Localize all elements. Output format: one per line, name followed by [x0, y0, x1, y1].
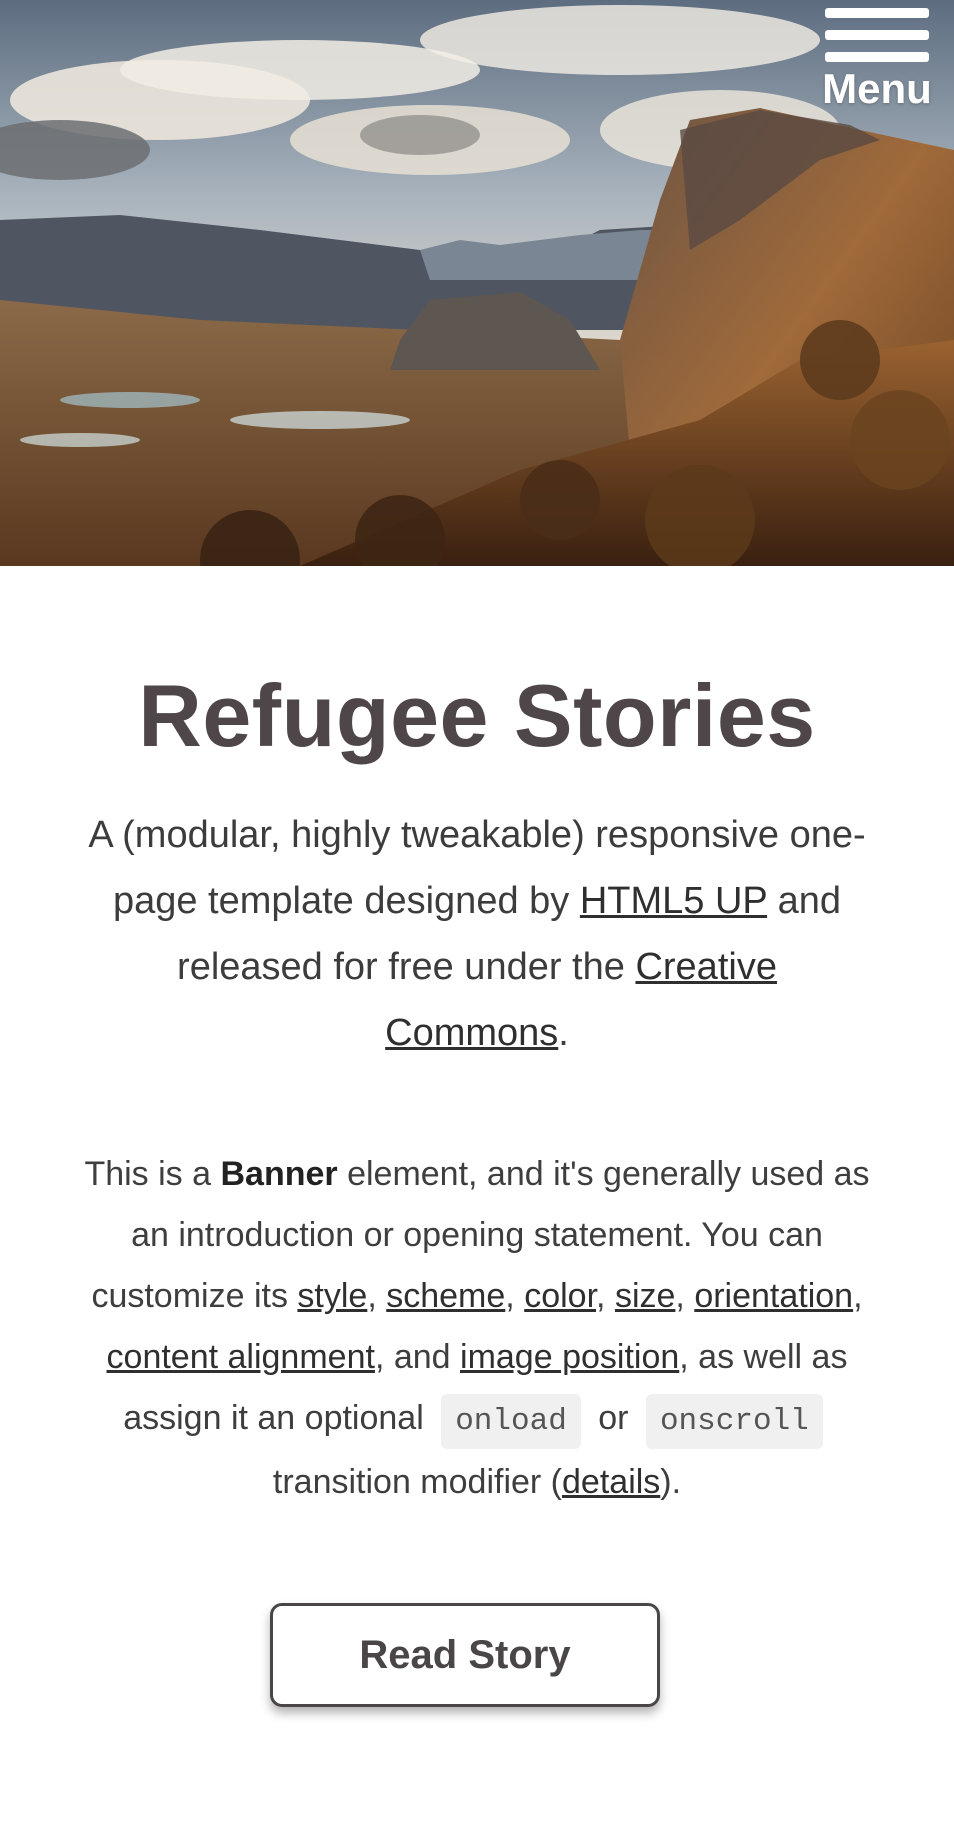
banner-description: This is a Banner element, and it's gener…: [82, 1144, 872, 1513]
scheme-link[interactable]: scheme: [386, 1277, 505, 1315]
hamburger-bar: [825, 52, 929, 62]
hamburger-bar: [825, 8, 929, 18]
orientation-link[interactable]: orientation: [694, 1277, 853, 1315]
landscape-image: [0, 0, 954, 566]
color-link[interactable]: color: [524, 1277, 596, 1315]
hamburger-icon[interactable]: [825, 8, 929, 62]
separator: ,: [505, 1277, 525, 1315]
body-text-part: ).: [660, 1463, 682, 1501]
page-title: Refugee Stories: [138, 666, 816, 765]
intro-text: A (modular, highly tweakable) responsive…: [82, 802, 872, 1066]
details-link[interactable]: details: [562, 1463, 660, 1501]
menu-label: Menu: [822, 65, 932, 112]
html5up-link[interactable]: HTML5 UP: [580, 880, 767, 922]
body-text-part: or: [588, 1399, 638, 1437]
banner-content: Refugee Stories A (modular, highly tweak…: [70, 566, 884, 1707]
separator: ,: [367, 1277, 387, 1315]
onload-code: onload: [441, 1394, 581, 1449]
hamburger-bar: [825, 30, 929, 40]
menu-button[interactable]: Menu: [822, 8, 932, 110]
body-text-part: , and: [374, 1338, 461, 1376]
onscroll-code: onscroll: [645, 1394, 823, 1449]
separator: ,: [675, 1277, 695, 1315]
separator: ,: [853, 1277, 863, 1315]
image-position-link[interactable]: image position: [460, 1338, 679, 1376]
separator: ,: [596, 1277, 615, 1315]
body-text-part: transition modifier (: [272, 1463, 563, 1501]
intro-text-part: .: [558, 1012, 569, 1054]
read-story-button[interactable]: Read Story: [270, 1603, 660, 1707]
content-alignment-link[interactable]: content alignment: [107, 1338, 375, 1376]
style-link[interactable]: style: [297, 1277, 367, 1315]
hero-banner: Menu: [0, 0, 954, 566]
size-link[interactable]: size: [615, 1277, 675, 1315]
body-text-part: This is a: [84, 1155, 221, 1193]
banner-keyword: Banner: [220, 1155, 338, 1193]
